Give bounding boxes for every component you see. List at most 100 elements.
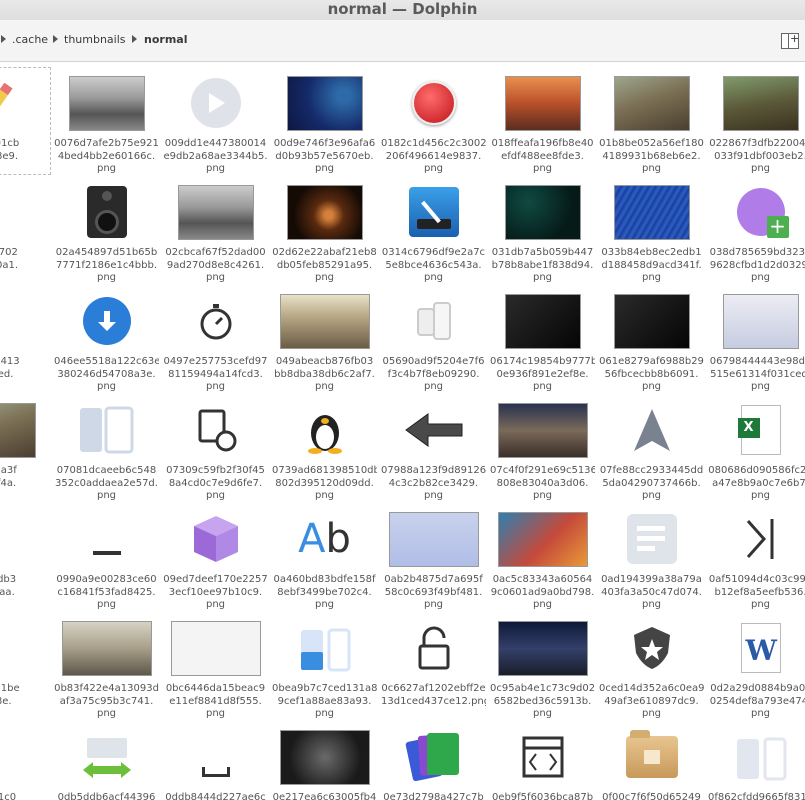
file-name-label: 22d71be2a8e. bbox=[0, 683, 20, 707]
file-item[interactable]: 033b84eb8ec2edb1 d188458d9acd341f. png bbox=[599, 177, 704, 283]
magic-wand-icon bbox=[381, 177, 486, 247]
file-item[interactable]: 0076d7afe2b75e921 4bed4bb2e60166c. png bbox=[54, 68, 159, 174]
file-item[interactable]: 3dcdb3b68aa. bbox=[0, 504, 50, 610]
file-item[interactable]: +038d785659bd3234 9628cfbd1d2d0329. png bbox=[708, 177, 805, 283]
file-item[interactable]: 02cbcaf67f52dad00 9ad270d8e8c4261. png bbox=[163, 177, 268, 283]
file-name-label: 049abeacb876fb03 bb8dba38db6c2af7. png bbox=[274, 356, 375, 392]
file-item[interactable]: db81c0 bbox=[0, 722, 50, 800]
file-item[interactable]: 0314c6796df9e2a7c 5e8bce4636c543a. png bbox=[381, 177, 486, 283]
file-name-label: 009dd1e447380014 e9db2a68ae3344b5. png bbox=[163, 138, 268, 174]
file-item[interactable]: 061e8279af6988b29 56fbcecbb8b6091. png bbox=[599, 286, 704, 392]
file-name-label: 0ad194399a38a79a 403fa3a50c47d074. png bbox=[601, 574, 702, 610]
file-name-label: 0739ad681398510db 802d395120d09dd. png bbox=[272, 465, 377, 501]
font-icon: Ab bbox=[298, 516, 351, 562]
file-item[interactable]: 261e413f53ed. bbox=[0, 286, 50, 392]
file-item[interactable]: 05690ad9f5204e7f6 f3c4b7f8eb09290. png bbox=[381, 286, 486, 392]
keyboard-arrows-icon bbox=[54, 722, 159, 792]
file-item[interactable]: 018ffeafa196fb8e40 efdf488ee8fde3. png bbox=[490, 68, 595, 174]
file-item[interactable]: 0ac5c83343a60564 9c0601ad9a0bd798. png bbox=[490, 504, 595, 610]
file-item[interactable]: 0b83f422e4a13093d af3a75c95b3c741. png bbox=[54, 613, 159, 719]
file-name-label: 061e8279af6988b29 56fbcecbb8b6091. png bbox=[599, 356, 704, 392]
file-item[interactable]: 0e217ea6c63005fb4 bbox=[272, 722, 377, 800]
file-item[interactable]: 0ddb8444d227ae6c bbox=[163, 722, 268, 800]
file-item[interactable]: 07309c59fb2f30f45 8a4cd0c7e9d6fe7. png bbox=[163, 395, 268, 501]
file-name-label: f6d0a3f09cf4a. bbox=[0, 465, 17, 489]
thumbnail-image bbox=[163, 613, 268, 683]
add-circle-icon: + bbox=[708, 177, 805, 247]
file-item[interactable]: 07081dcaeeb6c548 352c0addaea2e57d. png bbox=[54, 395, 159, 501]
file-item[interactable]: 049abeacb876fb03 bb8dba38db6c2af7. png bbox=[272, 286, 377, 392]
file-item[interactable]: 0f862cfdd9665f8315 bbox=[708, 722, 805, 800]
file-item[interactable]: 031db7a5b059b447 b78b8abe1f838d94. png bbox=[490, 177, 595, 283]
file-item[interactable]: Ab 0a460bd83bdfe158f 8ebf3499be702c4. png bbox=[272, 504, 377, 610]
file-icon-view[interactable]: 54a01cbb528e9. 0076d7afe2b75e9214bed4bb2e… bbox=[0, 63, 805, 800]
skip-next-icon bbox=[708, 504, 805, 574]
file-item[interactable]: 022867f3dfb220042 033f91dbf003eb2. png bbox=[708, 68, 805, 174]
home-folder-icon bbox=[599, 722, 704, 792]
file-name-label: 0c6627af1202ebff2e 13d1ced437ce12.png bbox=[381, 683, 486, 707]
breadcrumb-item-normal[interactable]: normal bbox=[144, 33, 187, 46]
file-item[interactable]: 0c6627af1202ebff2e 13d1ced437ce12.png bbox=[381, 613, 486, 719]
split-view-icon[interactable] bbox=[781, 32, 799, 49]
file-item[interactable]: 0db5ddb6acf44396 bbox=[54, 722, 159, 800]
file-item[interactable]: X 080686d090586fc21 a47e8b9a0c7e6b7. png bbox=[708, 395, 805, 501]
breadcrumb-item-thumbnails[interactable]: thumbnails bbox=[64, 33, 126, 46]
breadcrumb-separator-icon bbox=[53, 35, 58, 43]
file-item[interactable]: 0eb9f5f6036bca87b bbox=[490, 722, 595, 800]
file-name-label: dbfc7024570a1. bbox=[0, 247, 19, 271]
file-item[interactable]: 06798444443e98d3 515e61314f031ced. png bbox=[708, 286, 805, 392]
badge-star-icon bbox=[599, 613, 704, 683]
left-arrow-icon bbox=[381, 395, 486, 465]
file-item[interactable]: 22d71be2a8e. bbox=[0, 613, 50, 719]
file-item[interactable]: 0990a9e00283ce60 c16841f53fad8425. png bbox=[54, 504, 159, 610]
file-item[interactable]: 0c95ab4e1c73c9d02 6582bed36c5913b. png bbox=[490, 613, 595, 719]
file-item[interactable]: 0bc6446da15beac9 e11ef8841d8f555. png bbox=[163, 613, 268, 719]
file-item[interactable]: 046ee5518a122c63e 380246d54708a3e. png bbox=[54, 286, 159, 392]
file-name-label: 0b83f422e4a13093d af3a75c95b3c741. png bbox=[54, 683, 159, 719]
unlock-icon bbox=[381, 613, 486, 683]
doc-lines-icon bbox=[599, 504, 704, 574]
file-name-label: 01b8be052a56ef180 4189931b68eb6e2. png bbox=[599, 138, 704, 174]
file-item[interactable]: 01b8be052a56ef180 4189931b68eb6e2. png bbox=[599, 68, 704, 174]
thumbnail-image bbox=[272, 722, 377, 792]
file-item[interactable]: dbfc7024570a1. bbox=[0, 177, 50, 283]
file-item[interactable]: 54a01cbb528e9. bbox=[0, 67, 51, 175]
file-item[interactable]: 0497e257753cefd97 81159494a14fcd3. png bbox=[163, 286, 268, 392]
file-name-label: 018ffeafa196fb8e40 efdf488ee8fde3. png bbox=[491, 138, 594, 174]
file-item[interactable]: 0bea9b7c7ced131a8 9cef1a88ae83a93. png bbox=[272, 613, 377, 719]
file-item[interactable]: 07988a123f9d891261 4c3c2b82ce3429. png bbox=[381, 395, 486, 501]
file-item[interactable]: 06174c19854b9777b 0e936f891e2ef8e. png bbox=[490, 286, 595, 392]
file-name-label: 261e413f53ed. bbox=[0, 356, 20, 380]
file-name-label: 09ed7deef170e2257 3ecf10ee97b10c9. png bbox=[163, 574, 268, 610]
file-name-label: 54a01cbb528e9. bbox=[0, 138, 20, 162]
file-item[interactable]: 09ed7deef170e2257 3ecf10ee97b10c9. png bbox=[163, 504, 268, 610]
file-item[interactable]: 0ced14d352a6c0ea9 49af3e610897dc9. png bbox=[599, 613, 704, 719]
breadcrumb-item-cache[interactable]: .cache bbox=[12, 33, 48, 46]
file-name-label: 02d62e22abaf21eb8 db05feb85291a95. png bbox=[272, 247, 377, 283]
file-item[interactable]: 02a454897d51b65b 7771f2186e1c4bbb. png bbox=[54, 177, 159, 283]
file-name-label: 0bea9b7c7ced131a8 9cef1a88ae83a93. png bbox=[272, 683, 377, 719]
file-item[interactable]: f6d0a3f09cf4a. bbox=[0, 395, 50, 501]
file-name-label: 07fe88cc2933445dd 5da04290737466b. png bbox=[599, 465, 704, 501]
file-item[interactable]: 07c4f0f291e69c5136 808e83040a3d06. png bbox=[490, 395, 595, 501]
file-item[interactable]: W 0d2a29d0884b9a0c 0254def8a793e474. png bbox=[708, 613, 805, 719]
cube-icon bbox=[163, 504, 268, 574]
file-item[interactable]: 009dd1e447380014 e9db2a68ae3344b5. png bbox=[163, 68, 268, 174]
slides-icon bbox=[381, 722, 486, 792]
breadcrumb-separator-icon bbox=[132, 35, 137, 43]
file-name-label: 0ced14d352a6c0ea9 49af3e610897dc9. png bbox=[599, 683, 704, 719]
file-item[interactable]: 0af51094d4c03c992 b12ef8a5eefb536. png bbox=[708, 504, 805, 610]
file-name-label: 0d2a29d0884b9a0c 0254def8a793e474. png bbox=[709, 683, 805, 719]
file-item[interactable]: 07fe88cc2933445dd 5da04290737466b. png bbox=[599, 395, 704, 501]
file-item[interactable]: 00d9e746f3e96afa6 d0b93b57e5670eb. png bbox=[272, 68, 377, 174]
file-item[interactable]: 0ad194399a38a79a 403fa3a50c47d074. png bbox=[599, 504, 704, 610]
file-name-label: 3dcdb3b68aa. bbox=[0, 574, 17, 598]
file-item[interactable]: 0ab2b4875d7a695f 58c0c693f49bf481. png bbox=[381, 504, 486, 610]
file-item[interactable]: 0e73d2798a427c7b bbox=[381, 722, 486, 800]
clock-doc-icon bbox=[163, 395, 268, 465]
file-item[interactable]: 0f00c7f6f50d65249 bbox=[599, 722, 704, 800]
file-item[interactable]: 02d62e22abaf21eb8 db05feb85291a95. png bbox=[272, 177, 377, 283]
file-item[interactable]: 0739ad681398510db 802d395120d09dd. png bbox=[272, 395, 377, 501]
file-name-label: 0af51094d4c03c992 b12ef8a5eefb536. png bbox=[708, 574, 805, 610]
file-item[interactable]: 0182c1d456c2c3002 206f496614e9837. png bbox=[381, 68, 486, 174]
